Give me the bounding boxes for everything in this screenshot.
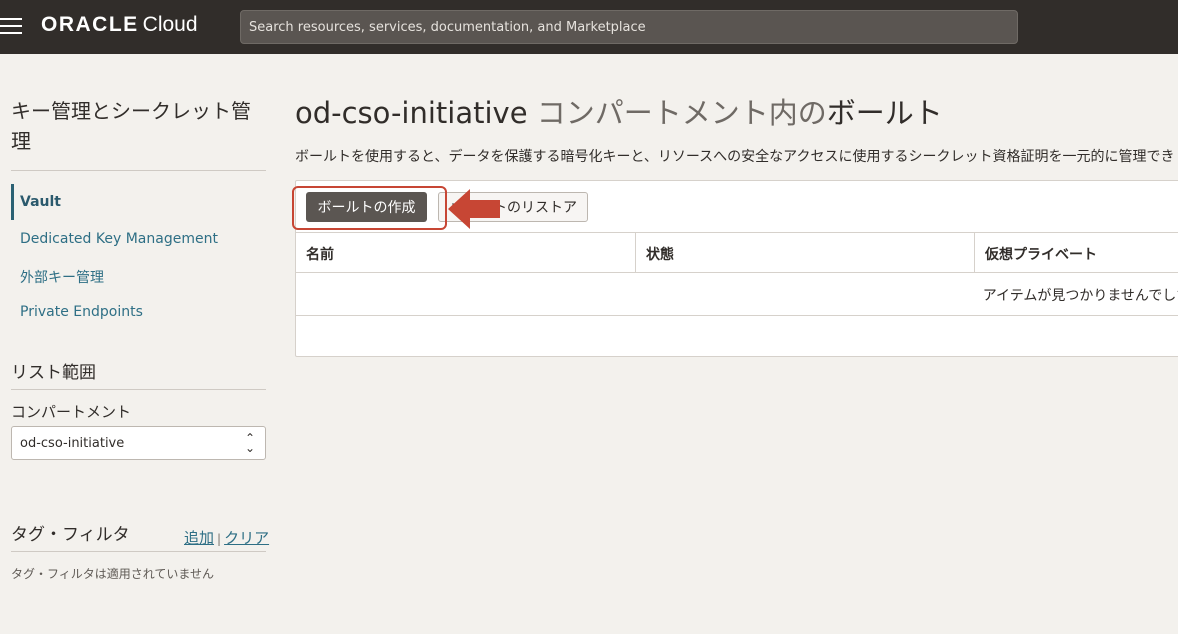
- divider: [296, 315, 1178, 316]
- tag-filter-actions: 追加 | クリア: [184, 527, 269, 548]
- list-scope-heading: リスト範囲: [11, 363, 96, 383]
- oracle-cloud-logo[interactable]: ORACLE Cloud: [41, 13, 198, 37]
- top-bar: ORACLE Cloud Search resources, services, …: [0, 0, 1178, 54]
- page-title: od-cso-initiative コンパートメント内のボールト: [295, 90, 943, 132]
- sidebar-item-external-key-management[interactable]: 外部キー管理: [20, 267, 104, 287]
- column-header-virtual-private[interactable]: 仮想プライベート: [975, 233, 1178, 273]
- global-search-input[interactable]: Search resources, services, documentatio…: [240, 10, 1018, 44]
- active-nav-indicator: [11, 184, 14, 220]
- page-title-middle: コンパートメント内の: [527, 96, 827, 130]
- sidebar-item-vault[interactable]: Vault: [20, 194, 61, 210]
- sidebar: キー管理とシークレット管理 Vault Dedicated Key Manage…: [0, 54, 280, 634]
- sidebar-item-dedicated-key-management[interactable]: Dedicated Key Management: [20, 231, 218, 247]
- column-header-state[interactable]: 状態: [636, 233, 975, 273]
- logo-product: Cloud: [142, 13, 198, 36]
- compartment-label: コンパートメント: [11, 403, 132, 421]
- compartment-select[interactable]: od-cso-initiative ⌃ ⌄: [11, 426, 266, 460]
- page-title-compartment: od-cso-initiative: [295, 96, 528, 130]
- divider: [11, 389, 266, 390]
- sidebar-item-private-endpoints[interactable]: Private Endpoints: [20, 304, 143, 320]
- separator: |: [217, 532, 222, 546]
- column-header-name[interactable]: 名前: [296, 233, 636, 273]
- page-title-end: ボールト: [826, 96, 943, 130]
- compartment-select-value: od-cso-initiative: [20, 436, 125, 451]
- tag-add-link[interactable]: 追加: [184, 529, 214, 547]
- tag-filter-empty-text: タグ・フィルタは適用されていません: [11, 567, 215, 581]
- divider: [11, 551, 266, 552]
- annotation-highlight-box: [292, 186, 447, 230]
- tag-clear-link[interactable]: クリア: [224, 529, 269, 547]
- table-header: 名前 状態 仮想プライベート: [296, 232, 1178, 273]
- red-arrow-icon: [448, 189, 500, 229]
- logo-brand: ORACLE: [41, 13, 139, 36]
- tag-filter-heading: タグ・フィルタ: [11, 525, 130, 545]
- divider: [11, 170, 266, 171]
- page-description: ボールトを使用すると、データを保護する暗号化キーと、リソースへの安全なアクセスに…: [295, 149, 1175, 165]
- table-empty-message: アイテムが見つかりませんでした。: [982, 288, 1178, 304]
- sidebar-title: キー管理とシークレット管理: [11, 99, 251, 153]
- hamburger-menu-icon[interactable]: [0, 17, 24, 37]
- chevron-updown-icon: ⌃ ⌄: [244, 431, 255, 455]
